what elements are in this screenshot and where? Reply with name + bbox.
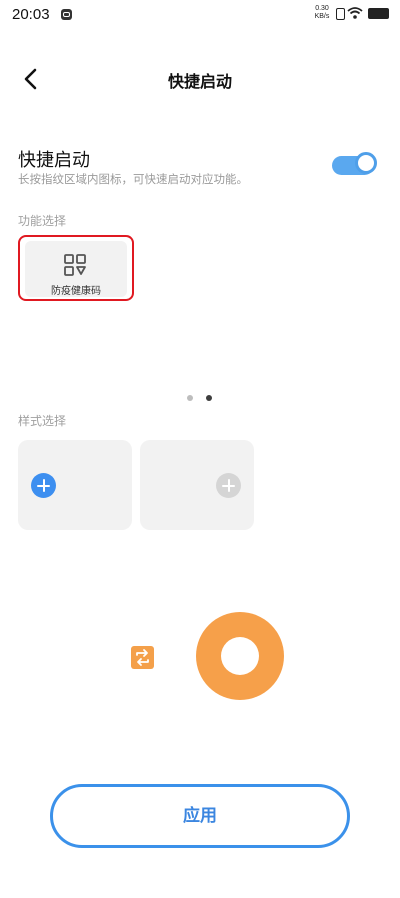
function-select-label: 功能选择 xyxy=(18,214,67,228)
wifi-icon xyxy=(347,7,363,19)
page-title: 快捷启动 xyxy=(167,72,232,91)
apply-button[interactable]: 应用 xyxy=(50,784,350,848)
notification-app-icon xyxy=(61,9,72,20)
swap-icon[interactable] xyxy=(131,646,154,669)
network-speed: 0.30 KB/s xyxy=(312,5,332,21)
battery-icon xyxy=(368,8,389,19)
page-indicator-dot[interactable] xyxy=(187,395,193,401)
style-select-label: 样式选择 xyxy=(18,414,67,428)
plus-icon[interactable] xyxy=(216,473,241,498)
plus-icon[interactable] xyxy=(31,473,56,498)
quick-launch-toggle[interactable] xyxy=(332,151,377,179)
network-speed-unit: KB/s xyxy=(314,13,330,20)
selection-highlight xyxy=(18,235,134,301)
quick-launch-title: 快捷启动 xyxy=(18,150,90,171)
quick-launch-description: 长按指纹区域内图标，可快速启动对应功能。 xyxy=(18,172,248,186)
fingerprint-preview-center xyxy=(221,637,259,675)
swap-arrows-icon xyxy=(136,649,149,666)
sim-icon xyxy=(336,8,345,20)
toggle-knob xyxy=(355,152,377,174)
network-speed-value: 0.30 xyxy=(315,5,329,12)
page-indicator-dot-active[interactable] xyxy=(206,395,212,401)
status-time: 20:03 xyxy=(12,6,50,23)
